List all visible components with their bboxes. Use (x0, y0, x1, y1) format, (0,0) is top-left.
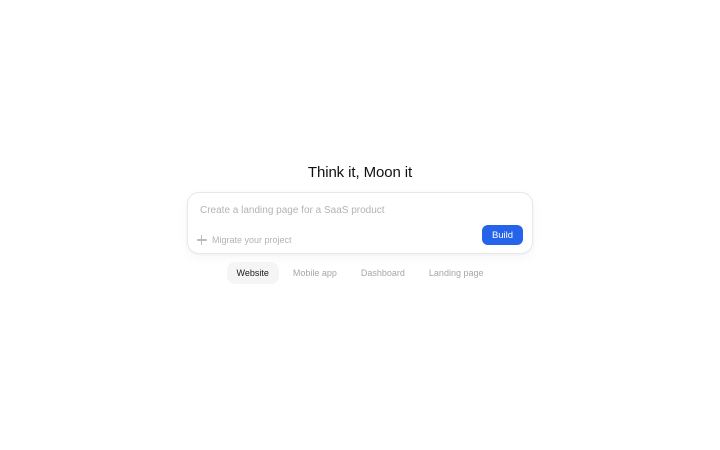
prompt-card: Migrate your project Build (187, 192, 533, 254)
page-title: Think it, Moon it (307, 164, 413, 181)
migrate-project-label: Migrate your project (212, 235, 292, 245)
page: Think it, Moon it Migrate your project B… (0, 0, 720, 450)
tab-landing-page[interactable]: Landing page (419, 262, 494, 284)
tab-mobile-app[interactable]: Mobile app (283, 262, 347, 284)
prompt-input[interactable] (200, 201, 518, 219)
tab-dashboard[interactable]: Dashboard (351, 262, 415, 284)
tab-website[interactable]: Website (226, 262, 279, 284)
plus-icon (197, 235, 207, 245)
migrate-project-button[interactable]: Migrate your project (197, 233, 292, 247)
build-button[interactable]: Build (482, 225, 523, 245)
project-type-tabs: Website Mobile app Dashboard Landing pag… (0, 262, 720, 284)
